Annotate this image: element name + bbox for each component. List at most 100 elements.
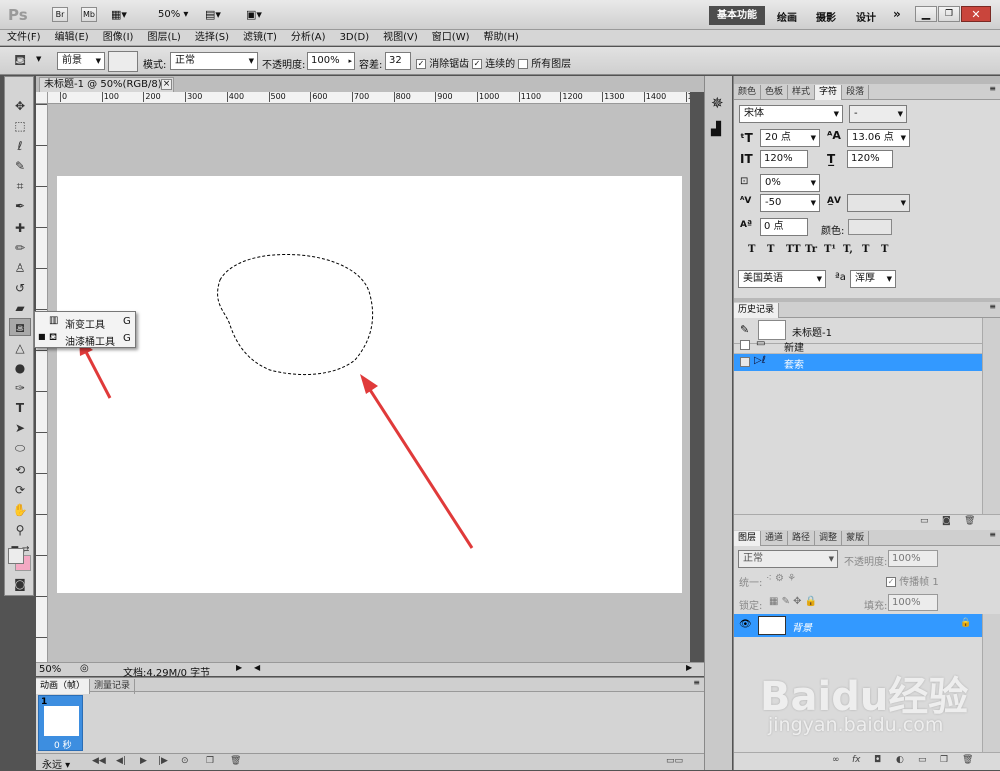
delete-layer-icon[interactable]: 🗑	[962, 755, 973, 765]
type-style-button[interactable]: Tr	[805, 244, 824, 255]
tab-layers-panel[interactable]: 调整	[815, 531, 843, 546]
leading-icon: ᴬA	[827, 129, 841, 142]
play-icon[interactable]: ▶	[140, 756, 147, 766]
history-scrollbar[interactable]	[982, 318, 1000, 514]
layer-style-icon[interactable]: fx	[852, 755, 861, 765]
blend-mode-select[interactable]: 正常	[738, 550, 838, 568]
type-style-button[interactable]: T¹	[824, 244, 843, 255]
tab-char-panel[interactable]: 样式	[788, 85, 816, 100]
delete-state-icon[interactable]: 🗑	[964, 516, 975, 526]
tab-history[interactable]: 历史记录	[734, 303, 780, 318]
tab-layers-panel[interactable]: 通道	[761, 531, 789, 546]
type-style-button[interactable]: TT	[786, 244, 805, 255]
layers-footer: ∞ fx ◘ ◐ ▭ ❐ 🗑	[734, 752, 1000, 770]
baseline-shift-icon: Aª	[740, 220, 753, 230]
status-menu-arrow[interactable]: ▶	[236, 663, 242, 672]
active-tool-marker: ■	[38, 332, 46, 341]
frame-delay[interactable]: 0 秒	[54, 738, 72, 751]
tab-measurement-log[interactable]: 测量记录	[90, 679, 136, 694]
loop-select[interactable]: 永远 ▾	[42, 756, 70, 771]
font-size-select[interactable]: 20 点	[760, 129, 820, 147]
char-panel-menu-icon[interactable]: ≡	[989, 84, 996, 93]
tab-layers-panel[interactable]: 路径	[788, 531, 816, 546]
history-menu-icon[interactable]: ≡	[989, 302, 996, 311]
type-style-button[interactable]: T,	[843, 244, 862, 255]
adjustment-layer-icon[interactable]: ◐	[896, 755, 904, 765]
propagate-frame-checkbox[interactable]: ✓ 传播帧 1	[886, 573, 939, 588]
type-style-button[interactable]: T	[881, 244, 900, 255]
layer-row[interactable]: 👁 背景 🔒	[734, 614, 982, 637]
history-source-checkbox-2[interactable]	[740, 357, 750, 367]
animation-frame[interactable]: 1 0 秒	[38, 695, 83, 751]
font-style-buttons: T T TT Tr T¹ T, T T	[748, 244, 908, 258]
panel-menu-icon[interactable]: ≡	[693, 678, 700, 687]
status-bar: 50% ◎ 文档:4.29M/0 字节 ▶ ◀ ▶	[36, 662, 704, 679]
horizontal-scale-input[interactable]: 120%	[847, 150, 893, 168]
new-snapshot-icon[interactable]: ◙	[942, 516, 951, 526]
type-style-button[interactable]: T	[748, 244, 767, 255]
tsume-select[interactable]: 0%	[760, 174, 820, 192]
paint-bucket-icon: ⛾	[49, 332, 58, 343]
tab-char-panel[interactable]: 段落	[842, 85, 870, 100]
history-item[interactable]: ▭ 新建	[734, 337, 982, 354]
status-zoom[interactable]: 50%	[39, 664, 61, 675]
flyout-item[interactable]: ■ ⛾ 油漆桶工具 G	[35, 331, 135, 348]
red-arrow-canvas	[363, 381, 474, 549]
gradient-tool-icon: ▥	[49, 315, 59, 326]
unify-label: 统一:	[739, 578, 763, 589]
hscroll-right[interactable]: ▶	[686, 663, 692, 672]
hscroll-left[interactable]: ◀	[254, 663, 260, 672]
next-frame-icon[interactable]: |▶	[158, 756, 168, 766]
timeline-toggle-icon[interactable]: ▭▭	[666, 756, 683, 766]
history-brush-source-icon[interactable]: ✎	[740, 323, 749, 336]
history-item-selected[interactable]: ▷ℓ 套索	[734, 354, 982, 371]
tracking-select[interactable]: -50	[760, 194, 820, 212]
unify-icons[interactable]: ⁖ ⚙ ⚘	[766, 573, 796, 584]
lock-icons[interactable]: ▦ ✎ ✥ 🔒	[769, 596, 817, 607]
new-layer-icon[interactable]: ❐	[940, 755, 948, 765]
tween-icon[interactable]: ⊙	[181, 756, 189, 766]
panel-dock: ✵ ▟	[704, 76, 732, 770]
layers-menu-icon[interactable]: ≡	[989, 530, 996, 539]
layers-scrollbar[interactable]	[982, 614, 1000, 752]
tab-animation[interactable]: 动画（帧）	[36, 679, 91, 694]
type-style-button[interactable]: T	[767, 244, 786, 255]
type-style-button[interactable]: T	[862, 244, 881, 255]
baseline-shift-input[interactable]: 0 点	[760, 218, 808, 236]
tab-char-panel[interactable]: 字符	[815, 85, 843, 100]
vertical-scale-input[interactable]: 120%	[760, 150, 808, 168]
histogram-icon[interactable]: ▟	[711, 122, 721, 137]
leading-select[interactable]: 13.06 点	[847, 129, 910, 147]
delete-frame-icon[interactable]: 🗑	[230, 756, 241, 766]
history-source-checkbox[interactable]	[740, 340, 750, 350]
font-style-select[interactable]: -	[849, 105, 907, 123]
font-family-select[interactable]: 宋体	[739, 105, 843, 123]
prev-frame-icon[interactable]: ◀|	[116, 756, 126, 766]
status-icon[interactable]: ◎	[80, 663, 89, 674]
tab-layers-panel[interactable]: 图层	[734, 531, 762, 546]
flyout-item-label: 油漆桶工具	[65, 337, 115, 348]
layer-opacity-input[interactable]: 100%	[888, 550, 938, 567]
language-select[interactable]: 美国英语	[738, 270, 826, 288]
kerning-select[interactable]	[847, 194, 910, 212]
text-color-swatch[interactable]	[848, 219, 892, 235]
tab-char-panel[interactable]: 颜色	[734, 85, 762, 100]
tab-layers-panel[interactable]: 蒙版	[842, 531, 870, 546]
link-layers-icon[interactable]: ∞	[832, 755, 840, 765]
navigator-icon[interactable]: ✵	[711, 94, 724, 112]
flyout-item[interactable]: ▥ 渐变工具 G	[35, 314, 135, 331]
flyout-shortcut: G	[123, 316, 131, 327]
layer-lock-icon: 🔒	[960, 618, 972, 628]
duplicate-frame-icon[interactable]: ❐	[206, 756, 214, 766]
foreground-color-swatch-top[interactable]	[8, 548, 24, 564]
new-group-icon[interactable]: ▭	[918, 755, 927, 765]
new-document-from-state-icon[interactable]: ▭	[920, 516, 929, 526]
fill-label: 填充:	[864, 601, 888, 612]
animation-controls: 永远 ▾ ◀◀ ◀| ▶ |▶ ⊙ ❐ 🗑 ▭▭	[36, 753, 704, 771]
visibility-eye-icon[interactable]: 👁	[739, 619, 752, 630]
add-mask-icon[interactable]: ◘	[874, 755, 881, 765]
fill-input[interactable]: 100%	[888, 594, 938, 611]
first-frame-icon[interactable]: ◀◀	[92, 756, 106, 766]
tab-char-panel[interactable]: 色板	[761, 85, 789, 100]
antialias-select[interactable]: 浑厚	[850, 270, 896, 288]
